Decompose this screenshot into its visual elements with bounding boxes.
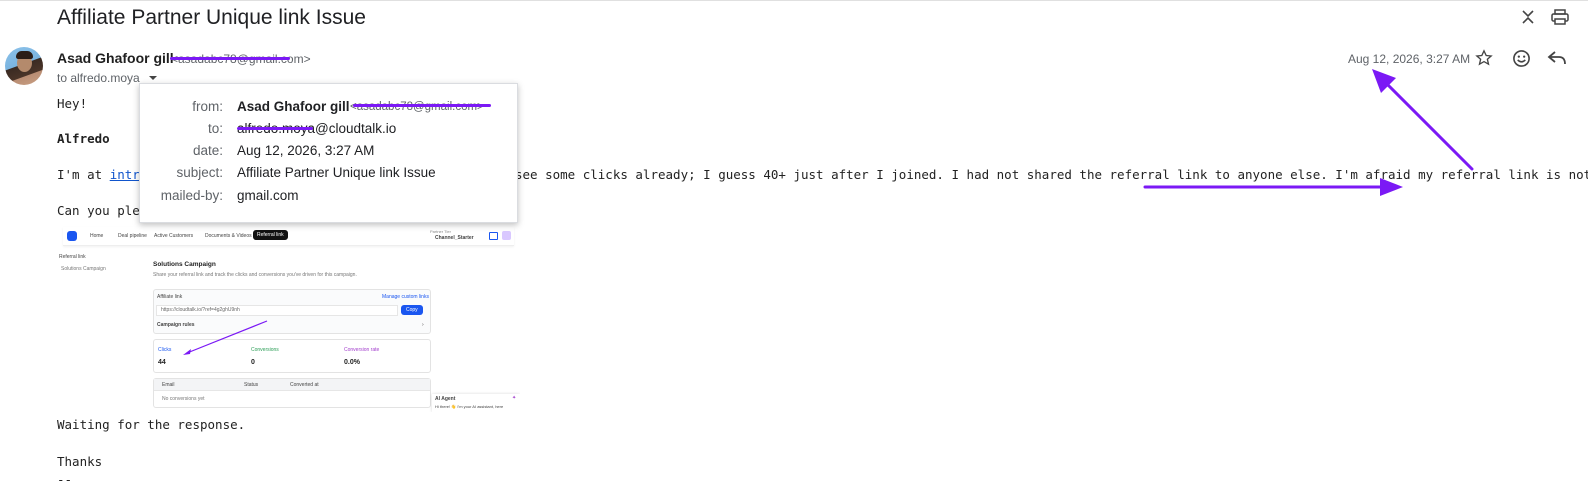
to-text: to alfredo.moya <box>57 71 140 85</box>
from-label: from: <box>192 99 223 114</box>
date-label: date: <box>192 143 223 158</box>
sender-details-popup: from: Asad Ghafoor gill <asadabc78@gmail… <box>139 83 518 223</box>
date-annotation-arrowhead <box>1372 69 1396 93</box>
thanks-text: Thanks <box>57 454 103 469</box>
paragraph-1-prefix: I'm at <box>57 167 110 182</box>
to-domain: @cloudtalk.io <box>315 121 397 136</box>
top-divider <box>0 0 1588 1</box>
emoji-icon[interactable] <box>1510 47 1532 69</box>
subject-value: Affiliate Partner Unique link Issue <box>237 165 436 180</box>
paragraph-1-suffix: see some clicks already; I guess 40+ jus… <box>515 167 1588 182</box>
mailed-by-value: gmail.com <box>237 188 299 203</box>
from-name: Asad Ghafoor gill <box>237 99 350 114</box>
from-email: <asadabc78@gmail.com> <box>350 101 484 113</box>
redaction-mark <box>237 127 313 130</box>
to-label: to: <box>207 121 223 136</box>
chevron-down-icon[interactable] <box>148 74 158 82</box>
star-icon[interactable] <box>1474 48 1494 68</box>
sender-avatar[interactable] <box>5 47 43 85</box>
redaction-mark <box>170 57 290 60</box>
reply-icon[interactable] <box>1546 48 1568 68</box>
subject-label: subject: <box>176 165 223 180</box>
greeting: Hey! <box>57 96 88 111</box>
shot-annotation-arrow <box>183 320 268 355</box>
print-icon[interactable] <box>1550 8 1570 26</box>
date-annotation-arrow <box>1382 79 1474 171</box>
email-subject: Affiliate Partner Unique link Issue <box>57 6 366 29</box>
waiting-text: Waiting for the response. <box>57 417 246 432</box>
embedded-screenshot: Home Deal pipeline Active Customers Docu… <box>57 226 520 412</box>
email-date: Aug 12, 2026, 3:27 AM <box>1348 52 1471 66</box>
date-value: Aug 12, 2026, 3:27 AM <box>237 143 375 158</box>
close-icon[interactable] <box>1519 8 1537 26</box>
mailed-by-label: mailed-by: <box>160 188 223 203</box>
signature-separator: -- <box>57 472 73 487</box>
redaction-mark <box>353 104 491 107</box>
sender-name: Asad Ghafoor gill <box>57 50 174 66</box>
recipient-name: Alfredo <box>57 131 110 146</box>
